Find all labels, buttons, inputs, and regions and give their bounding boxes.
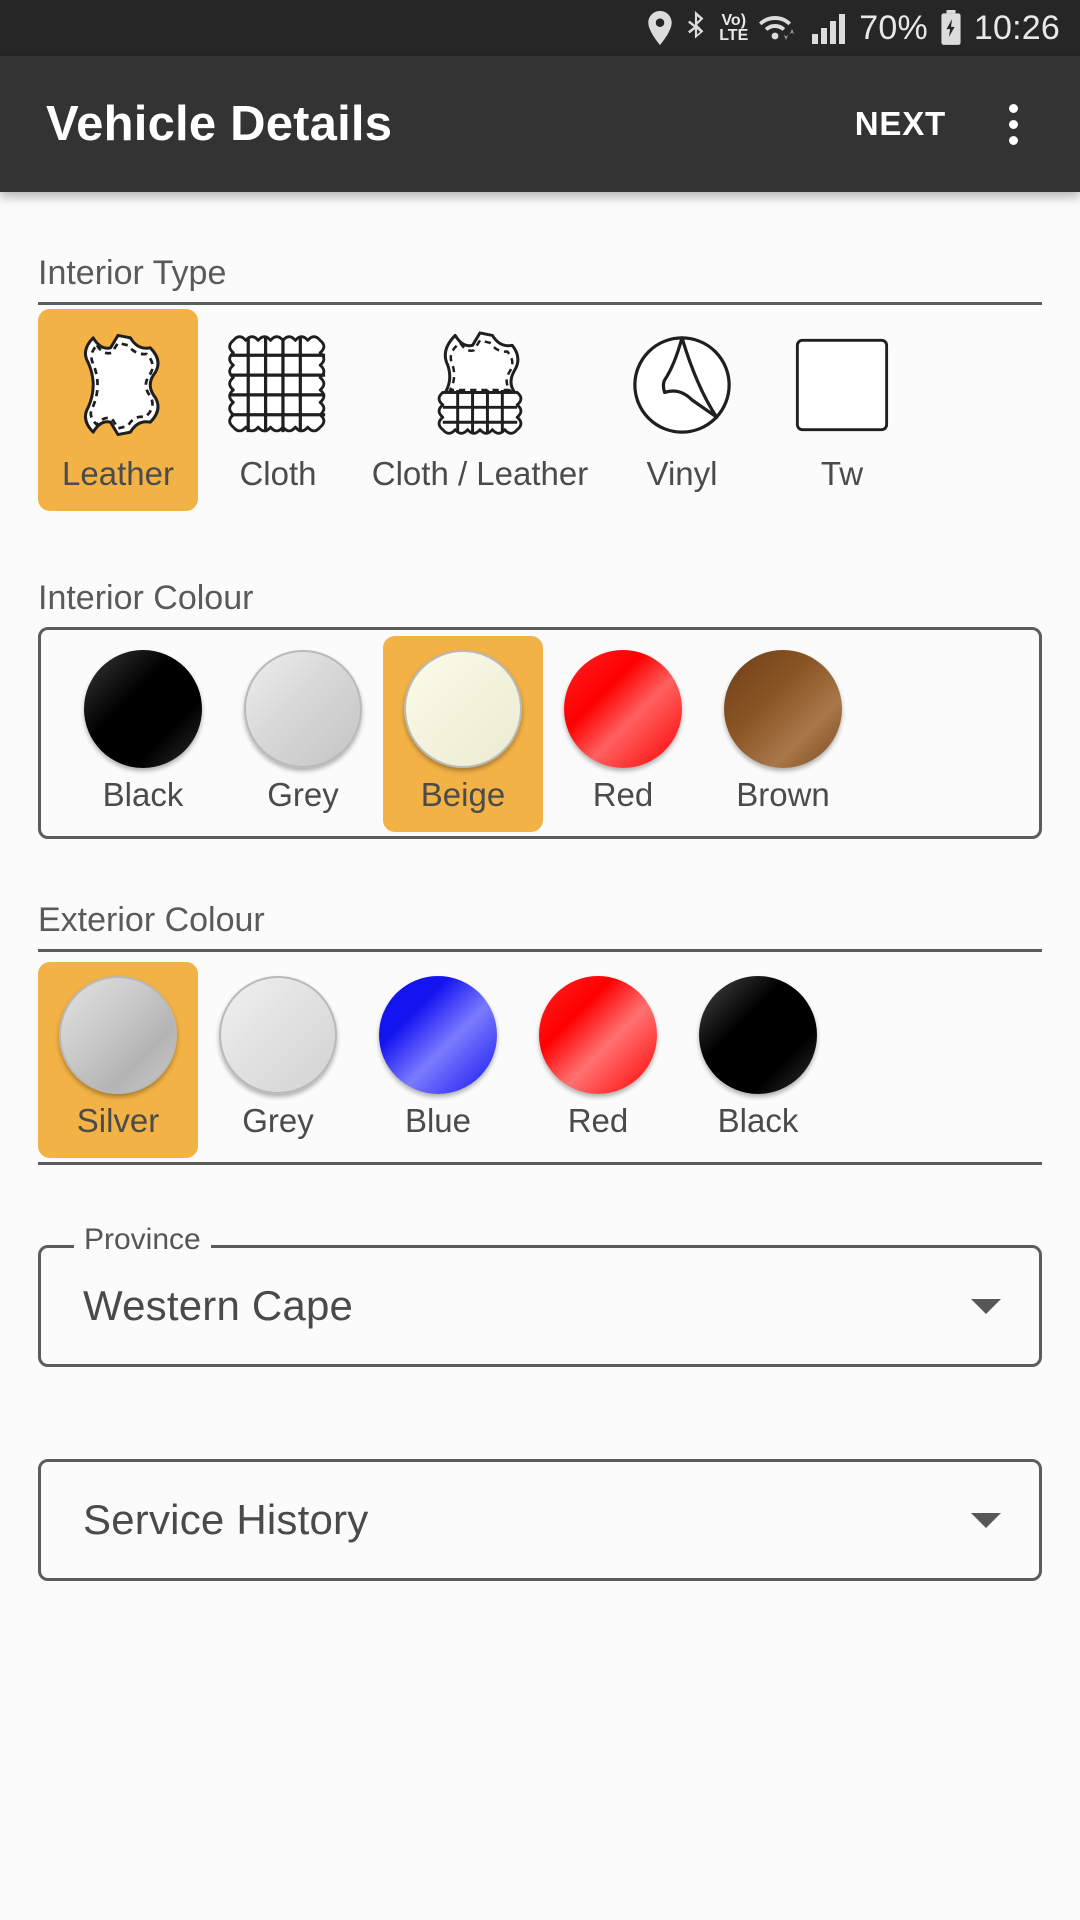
interior-colour-option-black[interactable]: Black xyxy=(63,636,223,832)
colour-swatch xyxy=(59,976,177,1094)
cloth-leather-icon xyxy=(418,323,542,447)
exterior-colour-rail[interactable]: Silver Grey Blue Red Black xyxy=(38,949,1042,1165)
colour-swatch xyxy=(84,650,202,768)
colour-swatch xyxy=(219,976,337,1094)
section-interior-colour: Interior Colour Black Grey Beige Red Bro… xyxy=(38,511,1042,839)
interior-colour-label: Interior Colour xyxy=(38,579,254,617)
interior-type-option-cloth-leather[interactable]: Cloth / Leather xyxy=(358,309,602,511)
colour-swatch xyxy=(539,976,657,1094)
colour-swatch xyxy=(699,976,817,1094)
chip-label: Grey xyxy=(267,776,339,813)
chip-label: Silver xyxy=(76,1102,160,1139)
colour-swatch xyxy=(724,650,842,768)
chevron-down-icon[interactable] xyxy=(971,1512,1001,1528)
service-history-value: Service History xyxy=(83,1496,369,1543)
chevron-down-icon[interactable] xyxy=(971,1298,1001,1314)
battery-charging-icon xyxy=(939,10,963,46)
interior-colour-rail[interactable]: Black Grey Beige Red Brown xyxy=(38,627,1042,839)
service-history-field-wrap: Service History xyxy=(38,1459,1042,1581)
exterior-colour-option-red[interactable]: Red xyxy=(518,962,678,1158)
chip-label: Blue xyxy=(404,1102,472,1139)
province-value: Western Cape xyxy=(83,1282,354,1329)
chip-label: Cloth xyxy=(239,455,317,492)
interior-type-option-leather[interactable]: Leather xyxy=(38,309,198,511)
interior-colour-option-grey[interactable]: Grey xyxy=(223,636,383,832)
interior-type-label: Interior Type xyxy=(38,254,227,292)
chip-label: Red xyxy=(567,1102,629,1139)
page-title: Vehicle Details xyxy=(46,97,393,151)
interior-type-option-vinyl[interactable]: Vinyl xyxy=(602,309,762,511)
chip-label: Tw xyxy=(820,455,864,492)
chip-label: Cloth / Leather xyxy=(371,455,589,492)
status-bar: Vo) LTE 70% 10:26 xyxy=(0,0,1080,56)
chip-label: Brown xyxy=(736,776,830,813)
chip-label: Vinyl xyxy=(646,455,718,492)
exterior-colour-option-blue[interactable]: Blue xyxy=(358,962,518,1158)
interior-type-option-cloth[interactable]: Cloth xyxy=(198,309,358,511)
clock-label: 10:26 xyxy=(973,9,1060,47)
section-interior-type: Interior Type Leather Cloth Cloth / Leat… xyxy=(38,192,1042,511)
leather-hide-icon xyxy=(56,323,180,447)
province-label: Province xyxy=(74,1225,211,1255)
interior-colour-option-brown[interactable]: Brown xyxy=(703,636,863,832)
province-select[interactable]: Western Cape xyxy=(38,1245,1042,1367)
interior-type-option-tweed[interactable]: Tw xyxy=(762,309,922,511)
colour-swatch xyxy=(564,650,682,768)
form-content: Interior Type Leather Cloth Cloth / Leat… xyxy=(0,192,1080,1581)
signal-bars-icon xyxy=(812,11,848,45)
tweed-icon xyxy=(780,323,904,447)
wifi-icon xyxy=(759,11,801,45)
battery-percent-label: 70% xyxy=(859,9,928,47)
chip-label: Leather xyxy=(62,455,174,492)
overflow-menu-icon[interactable] xyxy=(978,89,1048,159)
exterior-colour-option-black[interactable]: Black xyxy=(678,962,838,1158)
colour-swatch xyxy=(379,976,497,1094)
chip-label: Black xyxy=(102,776,184,813)
province-field-wrap: Western Cape Province xyxy=(38,1225,1042,1367)
exterior-colour-option-grey[interactable]: Grey xyxy=(198,962,358,1158)
next-button[interactable]: NEXT xyxy=(837,91,964,157)
chip-label: Red xyxy=(592,776,654,813)
colour-swatch xyxy=(404,650,522,768)
chip-label: Black xyxy=(717,1102,799,1139)
chip-label: Beige xyxy=(420,776,506,813)
interior-type-rail[interactable]: Leather Cloth Cloth / Leather Vinyl Tw xyxy=(38,302,1042,511)
service-history-select[interactable]: Service History xyxy=(38,1459,1042,1581)
interior-colour-option-beige[interactable]: Beige xyxy=(383,636,543,832)
location-pin-icon xyxy=(647,11,673,45)
colour-swatch xyxy=(244,650,362,768)
exterior-colour-option-silver[interactable]: Silver xyxy=(38,962,198,1158)
exterior-colour-label: Exterior Colour xyxy=(38,901,265,939)
bluetooth-icon xyxy=(684,11,708,45)
interior-colour-option-red[interactable]: Red xyxy=(543,636,703,832)
app-bar: Vehicle Details NEXT xyxy=(0,56,1080,192)
chip-label: Grey xyxy=(242,1102,314,1139)
section-exterior-colour: Exterior Colour Silver Grey Blue Red Bla… xyxy=(38,839,1042,1165)
vinyl-circle-peel-icon xyxy=(620,323,744,447)
cloth-weave-icon xyxy=(216,323,340,447)
volte-icon: Vo) LTE xyxy=(719,11,749,44)
